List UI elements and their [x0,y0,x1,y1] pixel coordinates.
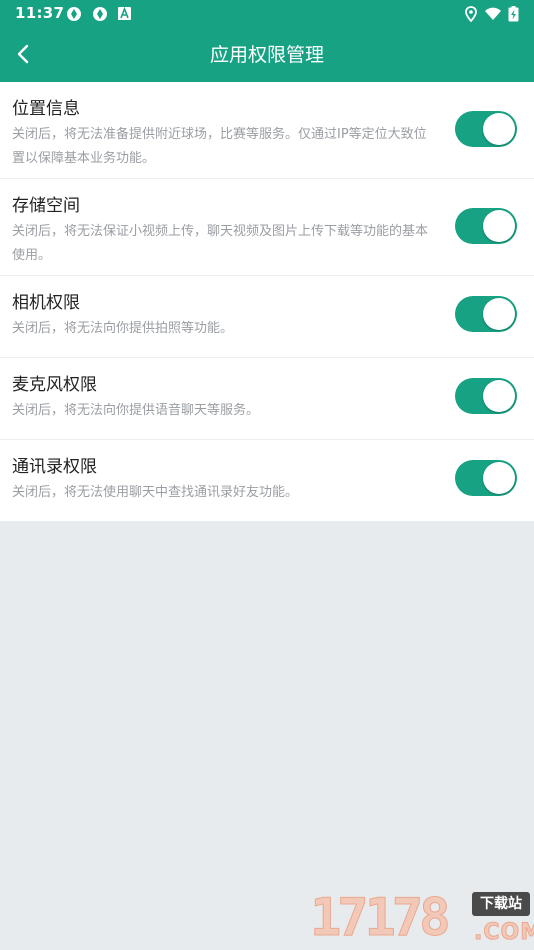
page-title: 应用权限管理 [209,44,324,66]
wifi-icon [485,7,501,20]
watermark-number: 17178 [310,888,452,949]
permission-row-location: 位置信息 关闭后，将无法准备提供附近球场，比赛等服务。仅通过IP等定位大致位置以… [0,82,534,179]
permission-description: 关闭后，将无法向你提供语音聊天等服务。 [12,403,260,418]
toggle-knob [483,298,515,330]
toggle-knob [483,113,515,145]
toggle-knob [483,210,515,242]
app-a-icon [118,7,131,20]
watermark-domain: .COM [473,920,534,946]
storage-toggle[interactable] [455,208,517,244]
watermark-tag: 下载站 [472,892,530,916]
permission-description: 关闭后，将无法保证小视频上传，聊天视频及图片上传下载等功能的基本使用。 [12,224,429,263]
toggle-knob [483,380,515,412]
microphone-toggle[interactable] [455,378,517,414]
sync-icon [93,7,107,21]
location-toggle[interactable] [455,111,517,147]
camera-toggle[interactable] [455,296,517,332]
app-bar: 应用权限管理 [0,28,534,82]
contacts-toggle[interactable] [455,460,517,496]
permission-description: 关闭后，将无法使用聊天中查找通讯录好友功能。 [12,485,299,500]
permission-row-microphone: 麦克风权限 关闭后，将无法向你提供语音聊天等服务。 [0,358,534,440]
permission-title: 相机权限 [12,293,80,313]
toggle-knob [483,462,515,494]
sync-icon [67,7,81,21]
permission-row-contacts: 通讯录权限 关闭后，将无法使用聊天中查找通讯录好友功能。 [0,440,534,521]
permission-title: 通讯录权限 [12,457,97,477]
permission-row-camera: 相机权限 关闭后，将无法向你提供拍照等功能。 [0,276,534,358]
location-icon [465,6,477,22]
permission-title: 位置信息 [12,99,80,119]
permission-description: 关闭后，将无法向你提供拍照等功能。 [12,321,234,336]
status-time: 11:37 [15,4,65,22]
permission-title: 麦克风权限 [12,375,97,395]
permission-row-storage: 存储空间 关闭后，将无法保证小视频上传，聊天视频及图片上传下载等功能的基本使用。 [0,179,534,276]
watermark-logo: 17178 下载站 .COM [310,888,534,950]
permission-list: 位置信息 关闭后，将无法准备提供附近球场，比赛等服务。仅通过IP等定位大致位置以… [0,82,534,521]
permission-description: 关闭后，将无法准备提供附近球场，比赛等服务。仅通过IP等定位大致位置以保障基本业… [12,127,427,166]
battery-charging-icon [508,6,519,22]
top-bar: 11:37 应用权限管理 [0,0,534,82]
status-bar: 11:37 [0,0,534,28]
permission-title: 存储空间 [12,196,80,216]
